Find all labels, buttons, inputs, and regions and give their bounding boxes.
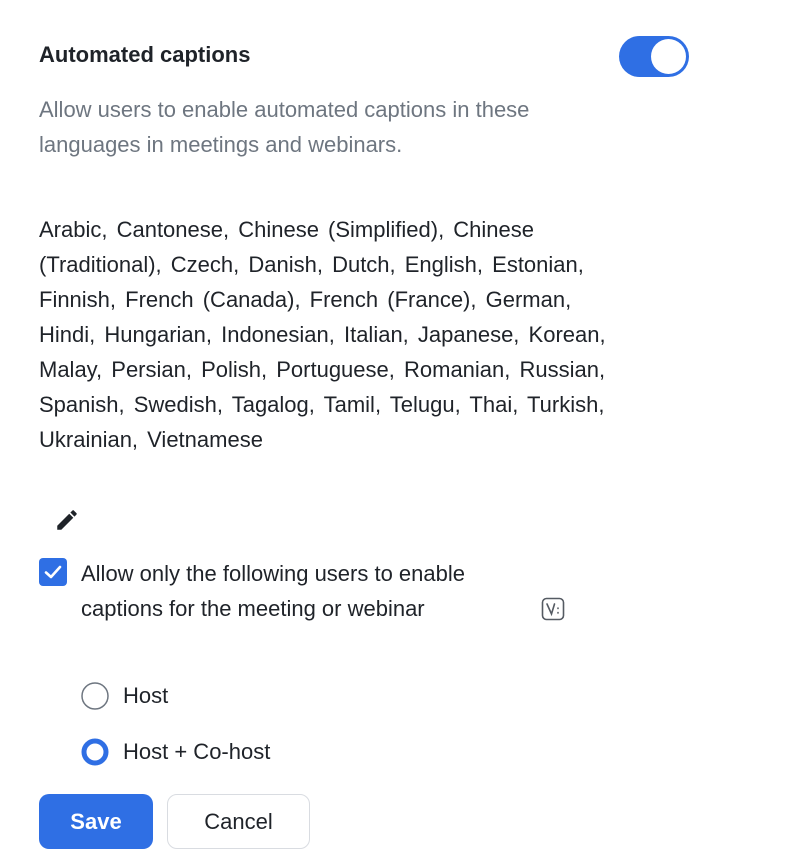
radio-host-cohost-label: Host + Co-host	[123, 739, 271, 764]
allow-only-checkbox[interactable]	[39, 558, 67, 586]
radio-host[interactable]	[81, 682, 109, 710]
toggle-knob	[651, 39, 686, 74]
info-icon[interactable]	[541, 597, 565, 621]
radio-host-label: Host	[123, 683, 169, 708]
setting-description: Allow users to enable automated captions…	[39, 97, 530, 157]
languages-list: Arabic, Cantonese, Chinese (Simplified),…	[39, 217, 606, 452]
automated-captions-toggle[interactable]	[619, 36, 689, 77]
pencil-icon[interactable]	[54, 507, 80, 533]
allow-only-label: Allow only the following users to enable…	[81, 561, 466, 621]
cancel-button[interactable]: Cancel	[167, 794, 310, 849]
setting-title: Automated captions	[39, 42, 251, 67]
save-button[interactable]: Save	[39, 794, 153, 849]
checkmark-icon	[44, 565, 62, 579]
radio-host-cohost[interactable]	[81, 738, 109, 766]
